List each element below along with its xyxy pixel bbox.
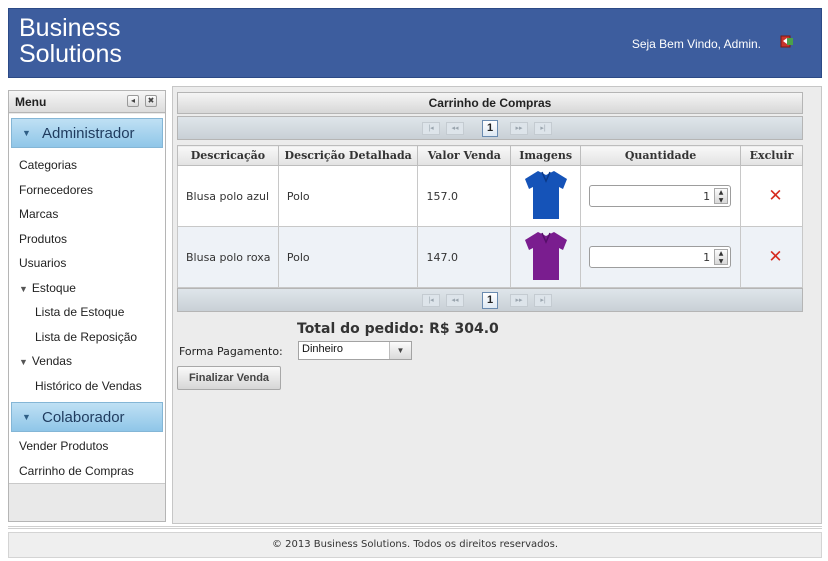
next-page-icon[interactable]: ▸▸ [510, 122, 528, 135]
increment-icon[interactable]: ▲ [715, 250, 727, 258]
brand-line-2: Solutions [19, 40, 122, 68]
sidebar-menu: Menu ◂ ✖ ▼ Administrador Categorias Forn… [8, 90, 166, 522]
cart-title: Carrinho de Compras [177, 92, 803, 114]
col-descricao[interactable]: Descricação [177, 145, 279, 166]
welcome-text: Seja Bem Vindo, Admin. [631, 37, 761, 51]
cell-excluir: ✕ [740, 226, 803, 288]
shirt-blue-image [524, 170, 567, 219]
table-row: Blusa polo azul Polo 157.0 1 ▲ ▼ ✕ [177, 165, 803, 227]
sidebar-item-lista-estoque[interactable]: Lista de Estoque [9, 300, 165, 325]
sidebar-item-marcas[interactable]: Marcas [9, 202, 165, 227]
spinner[interactable]: ▲ ▼ [714, 188, 729, 205]
brand-line-1: Business [19, 14, 121, 42]
increment-icon[interactable]: ▲ [715, 189, 727, 197]
footer-divider [8, 526, 822, 529]
chevron-down-icon: ▼ [22, 128, 31, 138]
chevron-down-icon: ▼ [22, 412, 31, 422]
footer: © 2013 Business Solutions. Todos os dire… [8, 532, 822, 558]
sidebar-group-vendas[interactable]: ▼ Vendas [9, 349, 165, 374]
col-excluir[interactable]: Excluir [740, 145, 803, 166]
spinner[interactable]: ▲ ▼ [714, 249, 729, 266]
finalize-sale-button[interactable]: Finalizar Venda [177, 366, 281, 390]
quantity-value[interactable]: 1 [703, 251, 710, 264]
order-total: Total do pedido: R$ 304.0 [297, 321, 499, 337]
cell-image [510, 226, 582, 288]
payment-select[interactable]: Dinheiro ▼ [298, 341, 412, 360]
section-colaborador[interactable]: ▼ Colaborador [11, 402, 163, 432]
last-page-icon[interactable]: ▸| [534, 294, 552, 307]
cell-quantidade: 1 ▲ ▼ [580, 165, 742, 227]
sidebar-body: ▼ Administrador Categorias Fornecedores … [9, 114, 165, 484]
quantity-value[interactable]: 1 [703, 190, 710, 203]
cell-excluir: ✕ [740, 165, 803, 227]
paginator-bottom: |◂ ◂◂ 1 ▸▸ ▸| [177, 288, 803, 312]
sidebar-group-estoque[interactable]: ▼ Estoque [9, 276, 165, 301]
chevron-down-icon[interactable]: ▼ [389, 342, 411, 359]
first-page-icon[interactable]: |◂ [422, 294, 440, 307]
decrement-icon[interactable]: ▼ [715, 197, 727, 205]
sidebar-item-lista-reposicao[interactable]: Lista de Reposição [9, 325, 165, 350]
last-page-icon[interactable]: ▸| [534, 122, 552, 135]
close-icon[interactable]: ✖ [145, 95, 157, 107]
sidebar-item-usuarios[interactable]: Usuarios [9, 251, 165, 276]
shirt-purple-image [524, 231, 567, 280]
group-label: Estoque [31, 280, 76, 295]
delete-icon[interactable]: ✕ [768, 186, 782, 206]
cell-valor: 147.0 [417, 226, 512, 288]
triangle-down-icon: ▼ [19, 357, 28, 367]
section-label: Colaborador [42, 409, 125, 426]
cart-table: Descricação Descrição Detalhada Valor Ve… [177, 145, 803, 288]
col-descricao-detalhada[interactable]: Descrição Detalhada [277, 145, 419, 166]
table-row: Blusa polo roxa Polo 147.0 1 ▲ ▼ ✕ [177, 226, 803, 288]
payment-value[interactable]: Dinheiro [302, 343, 343, 355]
col-valor-venda[interactable]: Valor Venda [417, 145, 512, 166]
group-label: Vendas [31, 354, 72, 368]
current-page[interactable]: 1 [482, 120, 498, 137]
prev-page-icon[interactable]: ◂◂ [446, 294, 464, 307]
sidebar-item-carrinho-compras[interactable]: Carrinho de Compras [9, 459, 165, 484]
app-header: Business Solutions Seja Bem Vindo, Admin… [8, 8, 822, 78]
col-quantidade[interactable]: Quantidade [580, 145, 742, 166]
quantity-stepper[interactable]: 1 ▲ ▼ [589, 185, 732, 207]
collapse-left-icon[interactable]: ◂ [127, 95, 139, 107]
sidebar-header: Menu ◂ ✖ [9, 91, 165, 113]
first-page-icon[interactable]: |◂ [422, 122, 440, 135]
current-page[interactable]: 1 [482, 292, 498, 309]
sidebar-item-vender-produtos[interactable]: Vender Produtos [9, 434, 165, 459]
sidebar-item-fornecedores[interactable]: Fornecedores [9, 178, 165, 203]
sidebar-item-produtos[interactable]: Produtos [9, 227, 165, 252]
section-label: Administrador [42, 125, 135, 142]
next-page-icon[interactable]: ▸▸ [510, 294, 528, 307]
sidebar-item-categorias[interactable]: Categorias [9, 153, 165, 178]
cell-detalhe: Polo [277, 165, 419, 227]
section-administrador[interactable]: ▼ Administrador [11, 118, 163, 148]
logout-icon[interactable] [779, 33, 795, 49]
brand-logo: Business Solutions [19, 15, 122, 67]
payment-label: Forma Pagamento: [179, 345, 283, 358]
cell-quantidade: 1 ▲ ▼ [580, 226, 742, 288]
cell-valor: 157.0 [417, 165, 512, 227]
cart-panel: Carrinho de Compras |◂ ◂◂ 1 ▸▸ ▸| Descri… [172, 86, 822, 524]
sidebar-title: Menu [15, 95, 47, 109]
cell-descricao: Blusa polo azul [177, 165, 279, 227]
paginator-top: |◂ ◂◂ 1 ▸▸ ▸| [177, 116, 803, 140]
triangle-down-icon: ▼ [19, 283, 28, 294]
cell-image [510, 165, 582, 227]
decrement-icon[interactable]: ▼ [715, 258, 727, 266]
quantity-stepper[interactable]: 1 ▲ ▼ [589, 246, 732, 268]
sidebar-item-historico-vendas[interactable]: Histórico de Vendas [9, 374, 165, 399]
col-imagens[interactable]: Imagens [510, 145, 582, 166]
delete-icon[interactable]: ✕ [768, 247, 782, 267]
cell-descricao: Blusa polo roxa [177, 226, 279, 288]
cell-detalhe: Polo [277, 226, 419, 288]
prev-page-icon[interactable]: ◂◂ [446, 122, 464, 135]
